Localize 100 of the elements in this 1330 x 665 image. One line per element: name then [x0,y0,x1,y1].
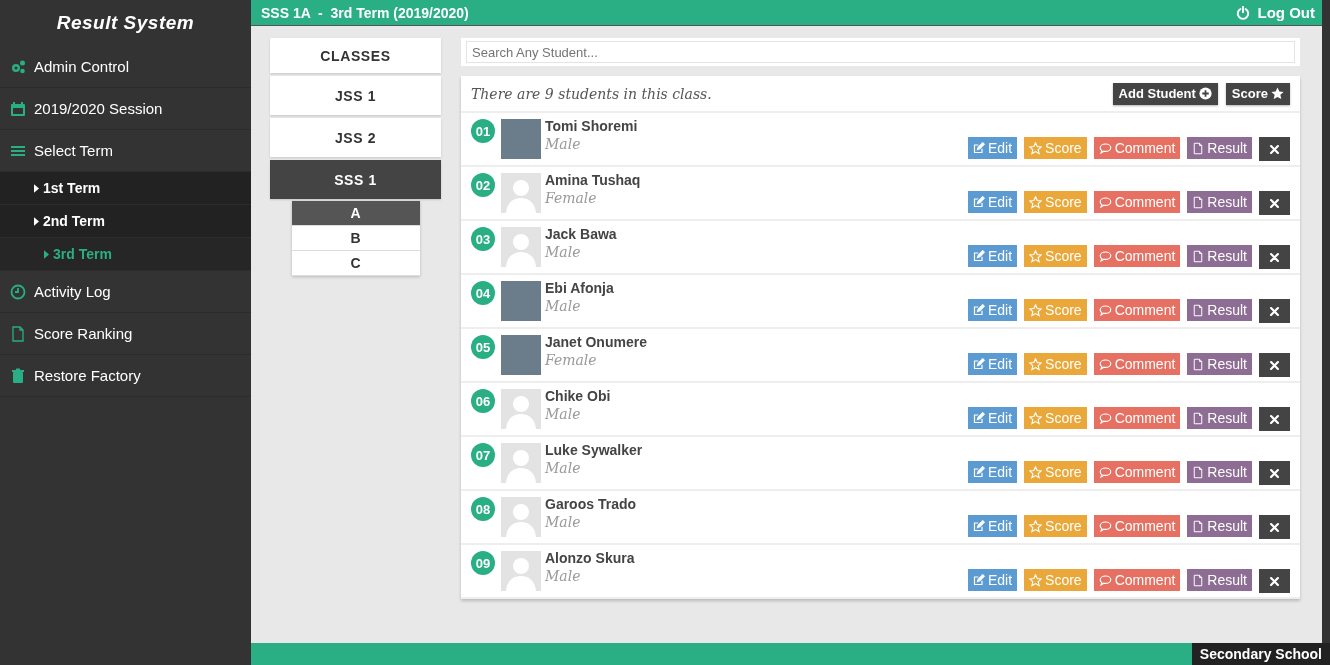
class-item[interactable]: JSS 1 [270,76,441,115]
comment-button[interactable]: Comment [1093,353,1181,375]
document-icon [1192,465,1205,479]
document-icon [1192,141,1205,155]
score-button[interactable]: Score [1225,82,1290,105]
edit-button[interactable]: Edit [967,353,1018,375]
close-icon [1269,143,1280,155]
score-button[interactable]: Score [1024,569,1087,591]
caret-icon [34,216,39,226]
edit-button[interactable]: Edit [967,407,1018,429]
delete-button[interactable] [1259,353,1290,377]
star-icon [1029,141,1043,155]
comment-button[interactable]: Comment [1093,191,1181,213]
term-item[interactable]: 3rd Term [0,238,251,271]
term-item[interactable]: 1st Term [0,172,251,205]
result-button[interactable]: Result [1187,299,1252,321]
student-name: Amina Tushaq [545,172,641,188]
comment-button[interactable]: Comment [1093,515,1181,537]
delete-button[interactable] [1259,461,1290,485]
comment-button[interactable]: Comment [1093,461,1181,483]
add-student-button[interactable]: Add Student [1112,82,1218,105]
comment-button[interactable]: Comment [1093,569,1181,591]
student-gender: Male [545,514,582,530]
delete-button[interactable] [1259,299,1290,323]
result-button[interactable]: Result [1187,515,1252,537]
class-item[interactable]: JSS 2 [270,118,441,157]
student-name: Luke Sywalker [545,442,643,458]
number-badge: 03 [471,227,495,251]
delete-button[interactable] [1259,137,1290,161]
edit-icon [972,196,985,208]
sidebar-item[interactable]: 2019/2020 Session [0,88,251,130]
result-button[interactable]: Result [1187,407,1252,429]
class-item[interactable]: SSS 1 [270,160,441,199]
student-gender: Male [545,460,582,476]
delete-button[interactable] [1259,191,1290,215]
close-icon [1269,197,1280,209]
score-button[interactable]: Score [1024,245,1087,267]
result-button[interactable]: Result [1187,191,1252,213]
star-icon [1029,411,1043,425]
edit-icon [972,520,985,532]
result-button[interactable]: Result [1187,569,1252,591]
result-button[interactable]: Result [1187,245,1252,267]
score-button[interactable]: Score [1024,461,1087,483]
delete-button[interactable] [1259,569,1290,593]
score-button[interactable]: Score [1024,515,1087,537]
edit-button[interactable]: Edit [967,191,1018,213]
comment-button[interactable]: Comment [1093,299,1181,321]
score-button[interactable]: Score [1024,407,1087,429]
speech-bubble-icon [1098,141,1112,155]
star-icon [1271,87,1284,100]
edit-button[interactable]: Edit [967,461,1018,483]
number-badge: 01 [471,119,495,143]
app-title: Result System [55,11,196,35]
delete-button[interactable] [1259,245,1290,269]
edit-button[interactable]: Edit [967,299,1018,321]
edit-button[interactable]: Edit [967,245,1018,267]
edit-button[interactable]: Edit [967,515,1018,537]
comment-button[interactable]: Comment [1093,245,1181,267]
section-item[interactable]: C [291,251,420,276]
sidebar-item[interactable]: Score Ranking [0,313,251,355]
student-name: Alonzo Skura [545,550,635,566]
edit-icon [972,250,985,262]
score-button[interactable]: Score [1024,353,1087,375]
delete-button[interactable] [1259,515,1290,539]
number-badge: 07 [471,443,495,467]
sidebar-item[interactable]: Admin Control [0,46,251,88]
edit-button[interactable]: Edit [967,569,1018,591]
edit-button[interactable]: Edit [967,137,1018,159]
search-field[interactable]: Search Any Student... [466,41,1295,63]
school-label: Secondary School [1191,643,1330,665]
calendar-icon [10,100,26,117]
star-icon [1029,573,1043,587]
speech-bubble-icon [1098,195,1112,209]
score-button[interactable]: Score [1024,299,1087,321]
sidebar-item[interactable]: Activity Log [0,271,251,313]
gears-icon [10,58,26,75]
number-badge: 05 [471,335,495,359]
score-button[interactable]: Score [1024,137,1087,159]
result-button[interactable]: Result [1187,137,1252,159]
star-icon [1029,465,1043,479]
close-icon [1269,467,1280,479]
section-item[interactable]: A [291,201,420,226]
student-gender: Male [545,244,582,260]
sidebar-item[interactable]: Restore Factory [0,355,251,397]
comment-button[interactable]: Comment [1093,407,1181,429]
logout-link[interactable]: Log Out [1236,4,1315,21]
student-name: Chike Obi [545,388,611,404]
edit-icon [972,358,985,370]
number-badge: 08 [471,497,495,521]
section-item[interactable]: B [291,226,420,251]
comment-button[interactable]: Comment [1093,137,1181,159]
delete-button[interactable] [1259,407,1290,431]
document-icon [1192,411,1205,425]
document-icon [1192,357,1205,371]
star-icon [1029,303,1043,317]
result-button[interactable]: Result [1187,353,1252,375]
result-button[interactable]: Result [1187,461,1252,483]
speech-bubble-icon [1098,357,1112,371]
score-button[interactable]: Score [1024,191,1087,213]
student-gender: Male [545,568,582,584]
